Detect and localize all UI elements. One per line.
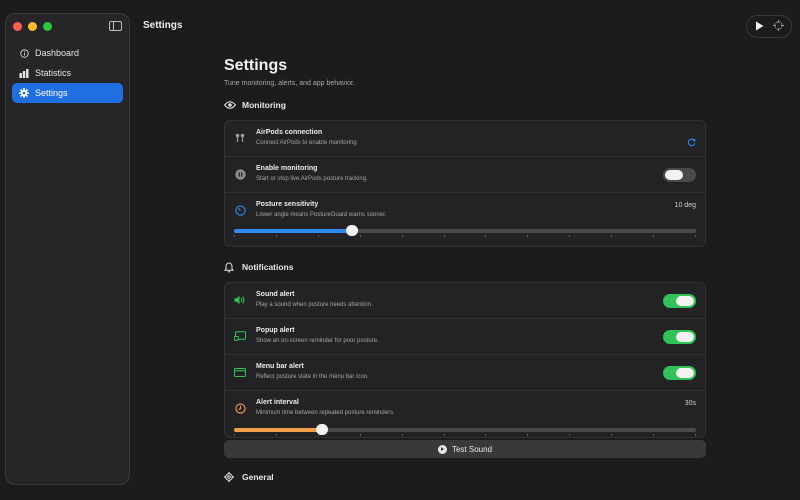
- app-window: Dashboard Statistics Settings Settings S…: [0, 0, 800, 500]
- slider-tick: [653, 235, 655, 237]
- slider-tick: [275, 434, 277, 436]
- menu-bar-alert-toggle[interactable]: [663, 366, 696, 380]
- test-sound-button[interactable]: Test Sound: [224, 440, 706, 458]
- sidebar-item-statistics[interactable]: Statistics: [12, 63, 123, 83]
- slider-tick: [234, 434, 235, 436]
- window-title: Settings: [143, 20, 183, 31]
- zoom-window-button[interactable]: [43, 22, 52, 31]
- speaker-icon: [234, 294, 246, 306]
- play-circle-icon: [437, 444, 447, 454]
- sound-alert-row: Sound alert Play a sound when posture ne…: [225, 283, 705, 319]
- slider-tick: [611, 434, 613, 436]
- slider-tick: [694, 235, 696, 237]
- sensitivity-slider[interactable]: [234, 225, 696, 236]
- alert-interval-row: Alert interval Minimum time between repe…: [225, 391, 705, 437]
- gauge-icon: [234, 204, 246, 216]
- airpods-icon: [234, 132, 246, 144]
- slider-tick: [485, 434, 487, 436]
- sidebar-item-label: Statistics: [35, 68, 72, 78]
- slider-ticks: [234, 434, 696, 437]
- crosshair-icon[interactable]: [772, 18, 784, 36]
- airpods-connection-row: AirPods connection Connect AirPods to en…: [225, 121, 705, 157]
- interval-value: 30s: [684, 400, 696, 407]
- sidebar-item-settings[interactable]: Settings: [12, 83, 123, 103]
- menu-bar-alert-row: Menu bar alert Reflect posture state in …: [225, 355, 705, 391]
- posture-sensitivity-row: Posture sensitivity Lower angle means Po…: [225, 193, 705, 246]
- slider-tick: [653, 434, 655, 436]
- notifications-card: Sound alert Play a sound when posture ne…: [224, 282, 706, 438]
- sidebar-item-label: Settings: [35, 88, 68, 98]
- notifications-section-header: Notifications: [224, 260, 706, 274]
- gear-icon: [224, 472, 236, 482]
- sidebar: Dashboard Statistics Settings: [5, 13, 130, 485]
- slider-tick: [443, 434, 445, 436]
- interval-slider[interactable]: [234, 424, 696, 435]
- toolbar-actions: [746, 15, 792, 38]
- refresh-icon[interactable]: [687, 134, 696, 152]
- pause-circle-icon: [234, 168, 246, 180]
- sidebar-item-dashboard[interactable]: Dashboard: [12, 43, 123, 63]
- slider-tick: [401, 434, 403, 436]
- bar-chart-icon: [19, 68, 29, 78]
- sidebar-toggle-icon[interactable]: [109, 21, 122, 31]
- slider-tick: [401, 235, 403, 237]
- slider-tick: [527, 235, 529, 237]
- slider-tick: [317, 235, 319, 237]
- info-circle-icon: [19, 48, 29, 58]
- clock-icon: [234, 402, 246, 414]
- enable-monitoring-row: Enable monitoring Start or stop live Air…: [225, 157, 705, 193]
- sidebar-item-label: Dashboard: [35, 48, 80, 58]
- slider-tick: [569, 235, 571, 237]
- eye-icon: [224, 101, 236, 109]
- window-controls: [13, 22, 52, 31]
- slider-tick: [527, 434, 529, 436]
- slider-tick: [234, 235, 235, 237]
- slider-tick: [611, 235, 613, 237]
- enable-monitoring-toggle[interactable]: [663, 168, 696, 182]
- sound-alert-toggle[interactable]: [663, 294, 696, 308]
- slider-ticks: [234, 235, 696, 238]
- slider-tick: [275, 235, 277, 237]
- page-title: Settings: [224, 57, 288, 74]
- bell-icon: [224, 261, 236, 273]
- sidebar-nav: Dashboard Statistics Settings: [12, 43, 123, 103]
- popup-alert-row: Popup alert Show an on-screen reminder f…: [225, 319, 705, 355]
- monitoring-section-header: Monitoring: [224, 98, 706, 112]
- settings-content: Settings Tune monitoring, alerts, and ap…: [224, 57, 706, 438]
- slider-tick: [317, 434, 319, 436]
- slider-tick: [443, 235, 445, 237]
- sensitivity-value: 10 deg: [674, 202, 696, 209]
- slider-tick: [485, 235, 487, 237]
- slider-tick: [359, 235, 361, 237]
- menu-bar-icon: [234, 366, 246, 378]
- popup-alert-toggle[interactable]: [663, 330, 696, 344]
- slider-tick: [569, 434, 571, 436]
- slider-tick: [694, 434, 696, 436]
- play-icon[interactable]: [755, 18, 764, 36]
- gear-icon: [19, 88, 29, 98]
- page-subtitle: Tune monitoring, alerts, and app behavio…: [224, 80, 355, 87]
- slider-tick: [359, 434, 361, 436]
- close-window-button[interactable]: [13, 22, 22, 31]
- general-section-header: General: [224, 470, 274, 484]
- monitoring-card: AirPods connection Connect AirPods to en…: [224, 120, 706, 247]
- minimize-window-button[interactable]: [28, 22, 37, 31]
- popup-window-icon: [234, 330, 246, 342]
